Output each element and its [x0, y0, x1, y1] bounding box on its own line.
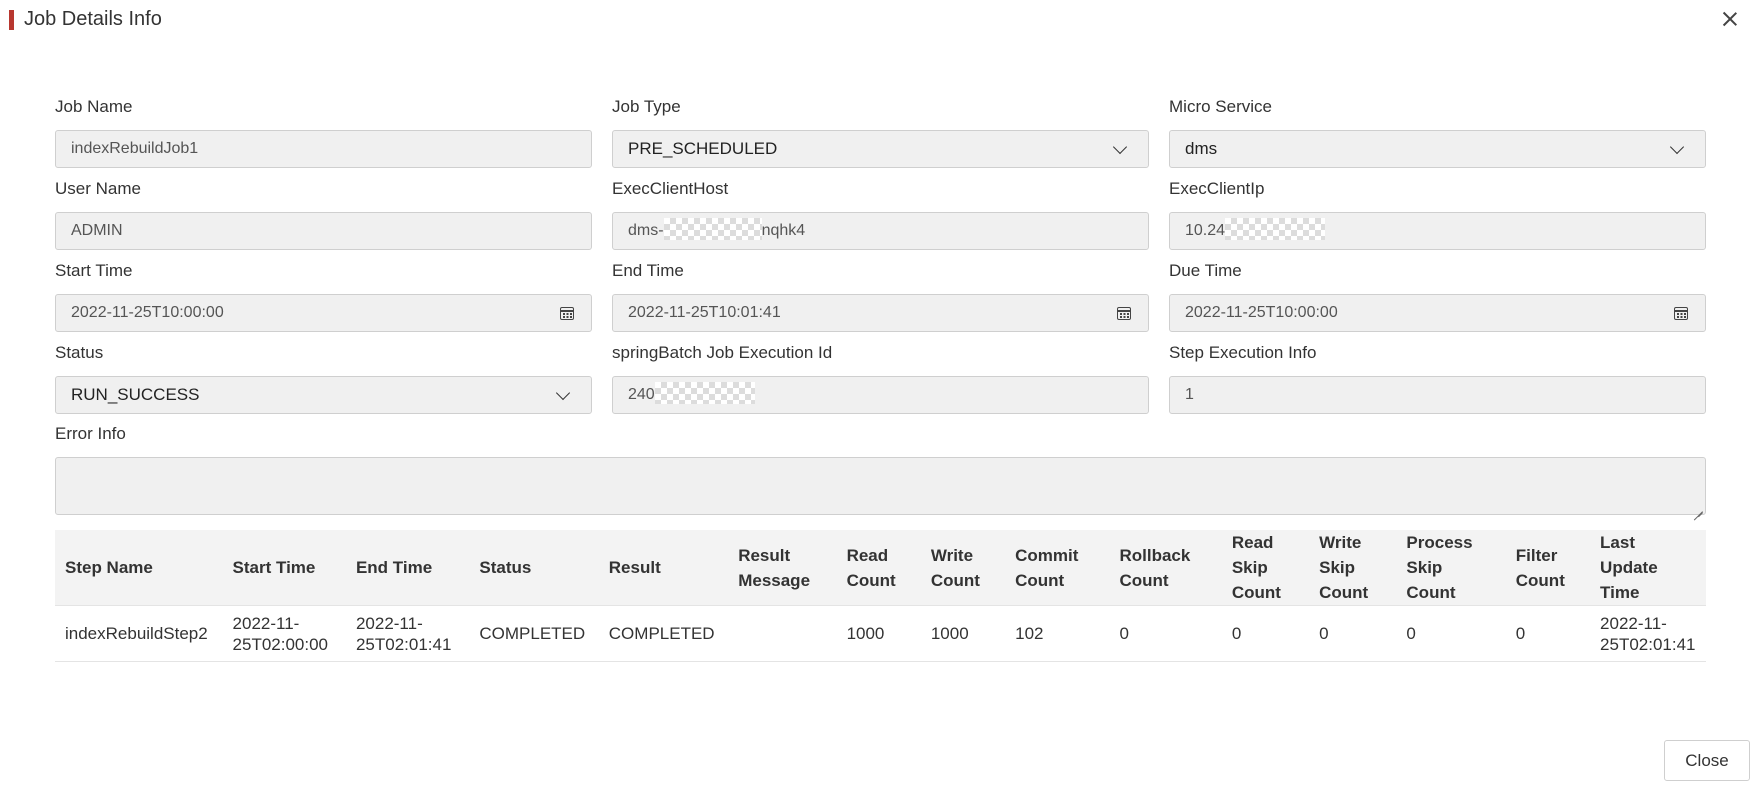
column-header: Read Count — [836, 530, 921, 606]
column-header: Rollback Count — [1109, 530, 1222, 606]
exec-client-host-label: ExecClientHost — [612, 179, 729, 198]
title-accent-bar — [9, 10, 14, 30]
error-info-label: Error Info — [55, 424, 126, 443]
step-execution-info-input[interactable]: 1 — [1169, 376, 1706, 414]
table-cell: 1000 — [836, 605, 921, 662]
redacted-area — [654, 382, 755, 405]
spring-batch-id-label: springBatch Job Execution Id — [612, 343, 833, 362]
status-field: Status RUN_SUCCESS — [55, 342, 592, 414]
end-time-value: 2022-11-25T10:01:41 — [628, 304, 781, 321]
status-label: Status — [55, 343, 104, 362]
column-header: Start Time — [222, 530, 346, 606]
column-header: Status — [469, 530, 599, 606]
column-header: Write Count — [920, 530, 1006, 606]
job-details-dialog: Job Details Info Job Name indexRebuildJo… — [0, 0, 1762, 793]
table-cell: 0 — [1505, 605, 1591, 662]
column-header: Commit Count — [1005, 530, 1110, 606]
table-cell: COMPLETED — [598, 605, 729, 662]
exec-client-ip-prefix: 10.24 — [1185, 222, 1226, 239]
table-cell: 2022-11-25T02:01:41 — [1590, 605, 1706, 662]
dialog-title: Job Details Info — [24, 8, 162, 30]
due-time-label: Due Time — [1169, 261, 1242, 280]
job-name-field: Job Name indexRebuildJob1 — [55, 96, 592, 168]
table-header-row: Step Name Start Time End Time Status Res… — [55, 530, 1706, 606]
chevron-down-icon — [555, 385, 571, 401]
user-name-label: User Name — [55, 179, 141, 198]
job-name-label: Job Name — [55, 97, 133, 116]
chevron-down-icon — [1112, 139, 1128, 155]
table-cell: 0 — [1396, 605, 1506, 662]
table-cell: COMPLETED — [469, 605, 599, 662]
calendar-icon[interactable] — [1117, 307, 1131, 320]
column-header: Result — [598, 530, 729, 606]
start-time-value: 2022-11-25T10:00:00 — [71, 304, 224, 321]
column-header: Filter Count — [1505, 530, 1591, 606]
calendar-icon[interactable] — [560, 307, 574, 320]
micro-service-select[interactable]: dms — [1169, 130, 1706, 168]
job-name-input[interactable]: indexRebuildJob1 — [55, 130, 592, 168]
table-cell: 0 — [1109, 605, 1222, 662]
redacted-area — [663, 218, 762, 241]
due-time-value: 2022-11-25T10:00:00 — [1185, 304, 1338, 321]
micro-service-value: dms — [1185, 139, 1218, 158]
job-type-select[interactable]: PRE_SCHEDULED — [612, 130, 1149, 168]
table-cell: 0 — [1221, 605, 1310, 662]
column-header: Last Update Time — [1590, 530, 1706, 606]
table-cell — [728, 605, 837, 662]
column-header: Step Name — [55, 530, 223, 606]
column-header: Process Skip Count — [1396, 530, 1506, 606]
job-type-label: Job Type — [612, 97, 681, 116]
exec-client-ip-field: ExecClientIp 10.24 — [1169, 178, 1706, 250]
end-time-input[interactable]: 2022-11-25T10:01:41 — [612, 294, 1149, 332]
table-cell: 0 — [1309, 605, 1397, 662]
table-cell: 1000 — [920, 605, 1006, 662]
exec-client-host-field: ExecClientHost dms-nqhk4 — [612, 178, 1149, 250]
spring-batch-id-prefix: 240 — [628, 386, 655, 403]
table-cell: 2022-11-25T02:00:00 — [222, 605, 346, 662]
start-time-input[interactable]: 2022-11-25T10:00:00 — [55, 294, 592, 332]
dialog-header: Job Details Info — [0, 0, 1762, 42]
exec-client-host-prefix: dms- — [628, 222, 664, 239]
user-name-field: User Name ADMIN — [55, 178, 592, 250]
error-info-field: Error Info — [55, 423, 1706, 515]
micro-service-field: Micro Service dms — [1169, 96, 1706, 168]
exec-client-ip-input[interactable]: 10.24 — [1169, 212, 1706, 250]
micro-service-label: Micro Service — [1169, 97, 1272, 116]
exec-client-host-suffix: nqhk4 — [761, 222, 806, 239]
error-info-textarea[interactable] — [55, 457, 1706, 515]
chevron-down-icon — [1669, 139, 1685, 155]
column-header: End Time — [345, 530, 470, 606]
user-name-input[interactable]: ADMIN — [55, 212, 592, 250]
table-cell: indexRebuildStep2 — [55, 605, 223, 662]
step-execution-info-field: Step Execution Info 1 — [1169, 342, 1706, 414]
column-header: Result Message — [728, 530, 837, 606]
status-value: RUN_SUCCESS — [71, 385, 200, 404]
start-time-field: Start Time 2022-11-25T10:00:00 — [55, 260, 592, 332]
due-time-input[interactable]: 2022-11-25T10:00:00 — [1169, 294, 1706, 332]
status-select[interactable]: RUN_SUCCESS — [55, 376, 592, 414]
spring-batch-id-field: springBatch Job Execution Id 240 — [612, 342, 1149, 414]
exec-client-ip-label: ExecClientIp — [1169, 179, 1265, 198]
table-cell: 2022-11-25T02:01:41 — [345, 605, 470, 662]
close-button[interactable]: Close — [1664, 740, 1750, 781]
step-execution-info-label: Step Execution Info — [1169, 343, 1317, 362]
step-execution-table: Step Name Start Time End Time Status Res… — [55, 530, 1706, 662]
table-row: indexRebuildStep2 2022-11-25T02:00:00 20… — [55, 605, 1706, 662]
job-type-value: PRE_SCHEDULED — [628, 139, 778, 158]
start-time-label: Start Time — [55, 261, 133, 280]
close-icon[interactable] — [1720, 9, 1740, 29]
redacted-area — [1225, 218, 1326, 241]
table-cell: 102 — [1005, 605, 1110, 662]
job-type-field: Job Type PRE_SCHEDULED — [612, 96, 1149, 168]
resize-handle-icon[interactable] — [1693, 502, 1703, 512]
calendar-icon[interactable] — [1674, 307, 1688, 320]
end-time-label: End Time — [612, 261, 684, 280]
end-time-field: End Time 2022-11-25T10:01:41 — [612, 260, 1149, 332]
due-time-field: Due Time 2022-11-25T10:00:00 — [1169, 260, 1706, 332]
column-header: Read Skip Count — [1221, 530, 1310, 606]
exec-client-host-input[interactable]: dms-nqhk4 — [612, 212, 1149, 250]
column-header: Write Skip Count — [1309, 530, 1397, 606]
spring-batch-id-input[interactable]: 240 — [612, 376, 1149, 414]
